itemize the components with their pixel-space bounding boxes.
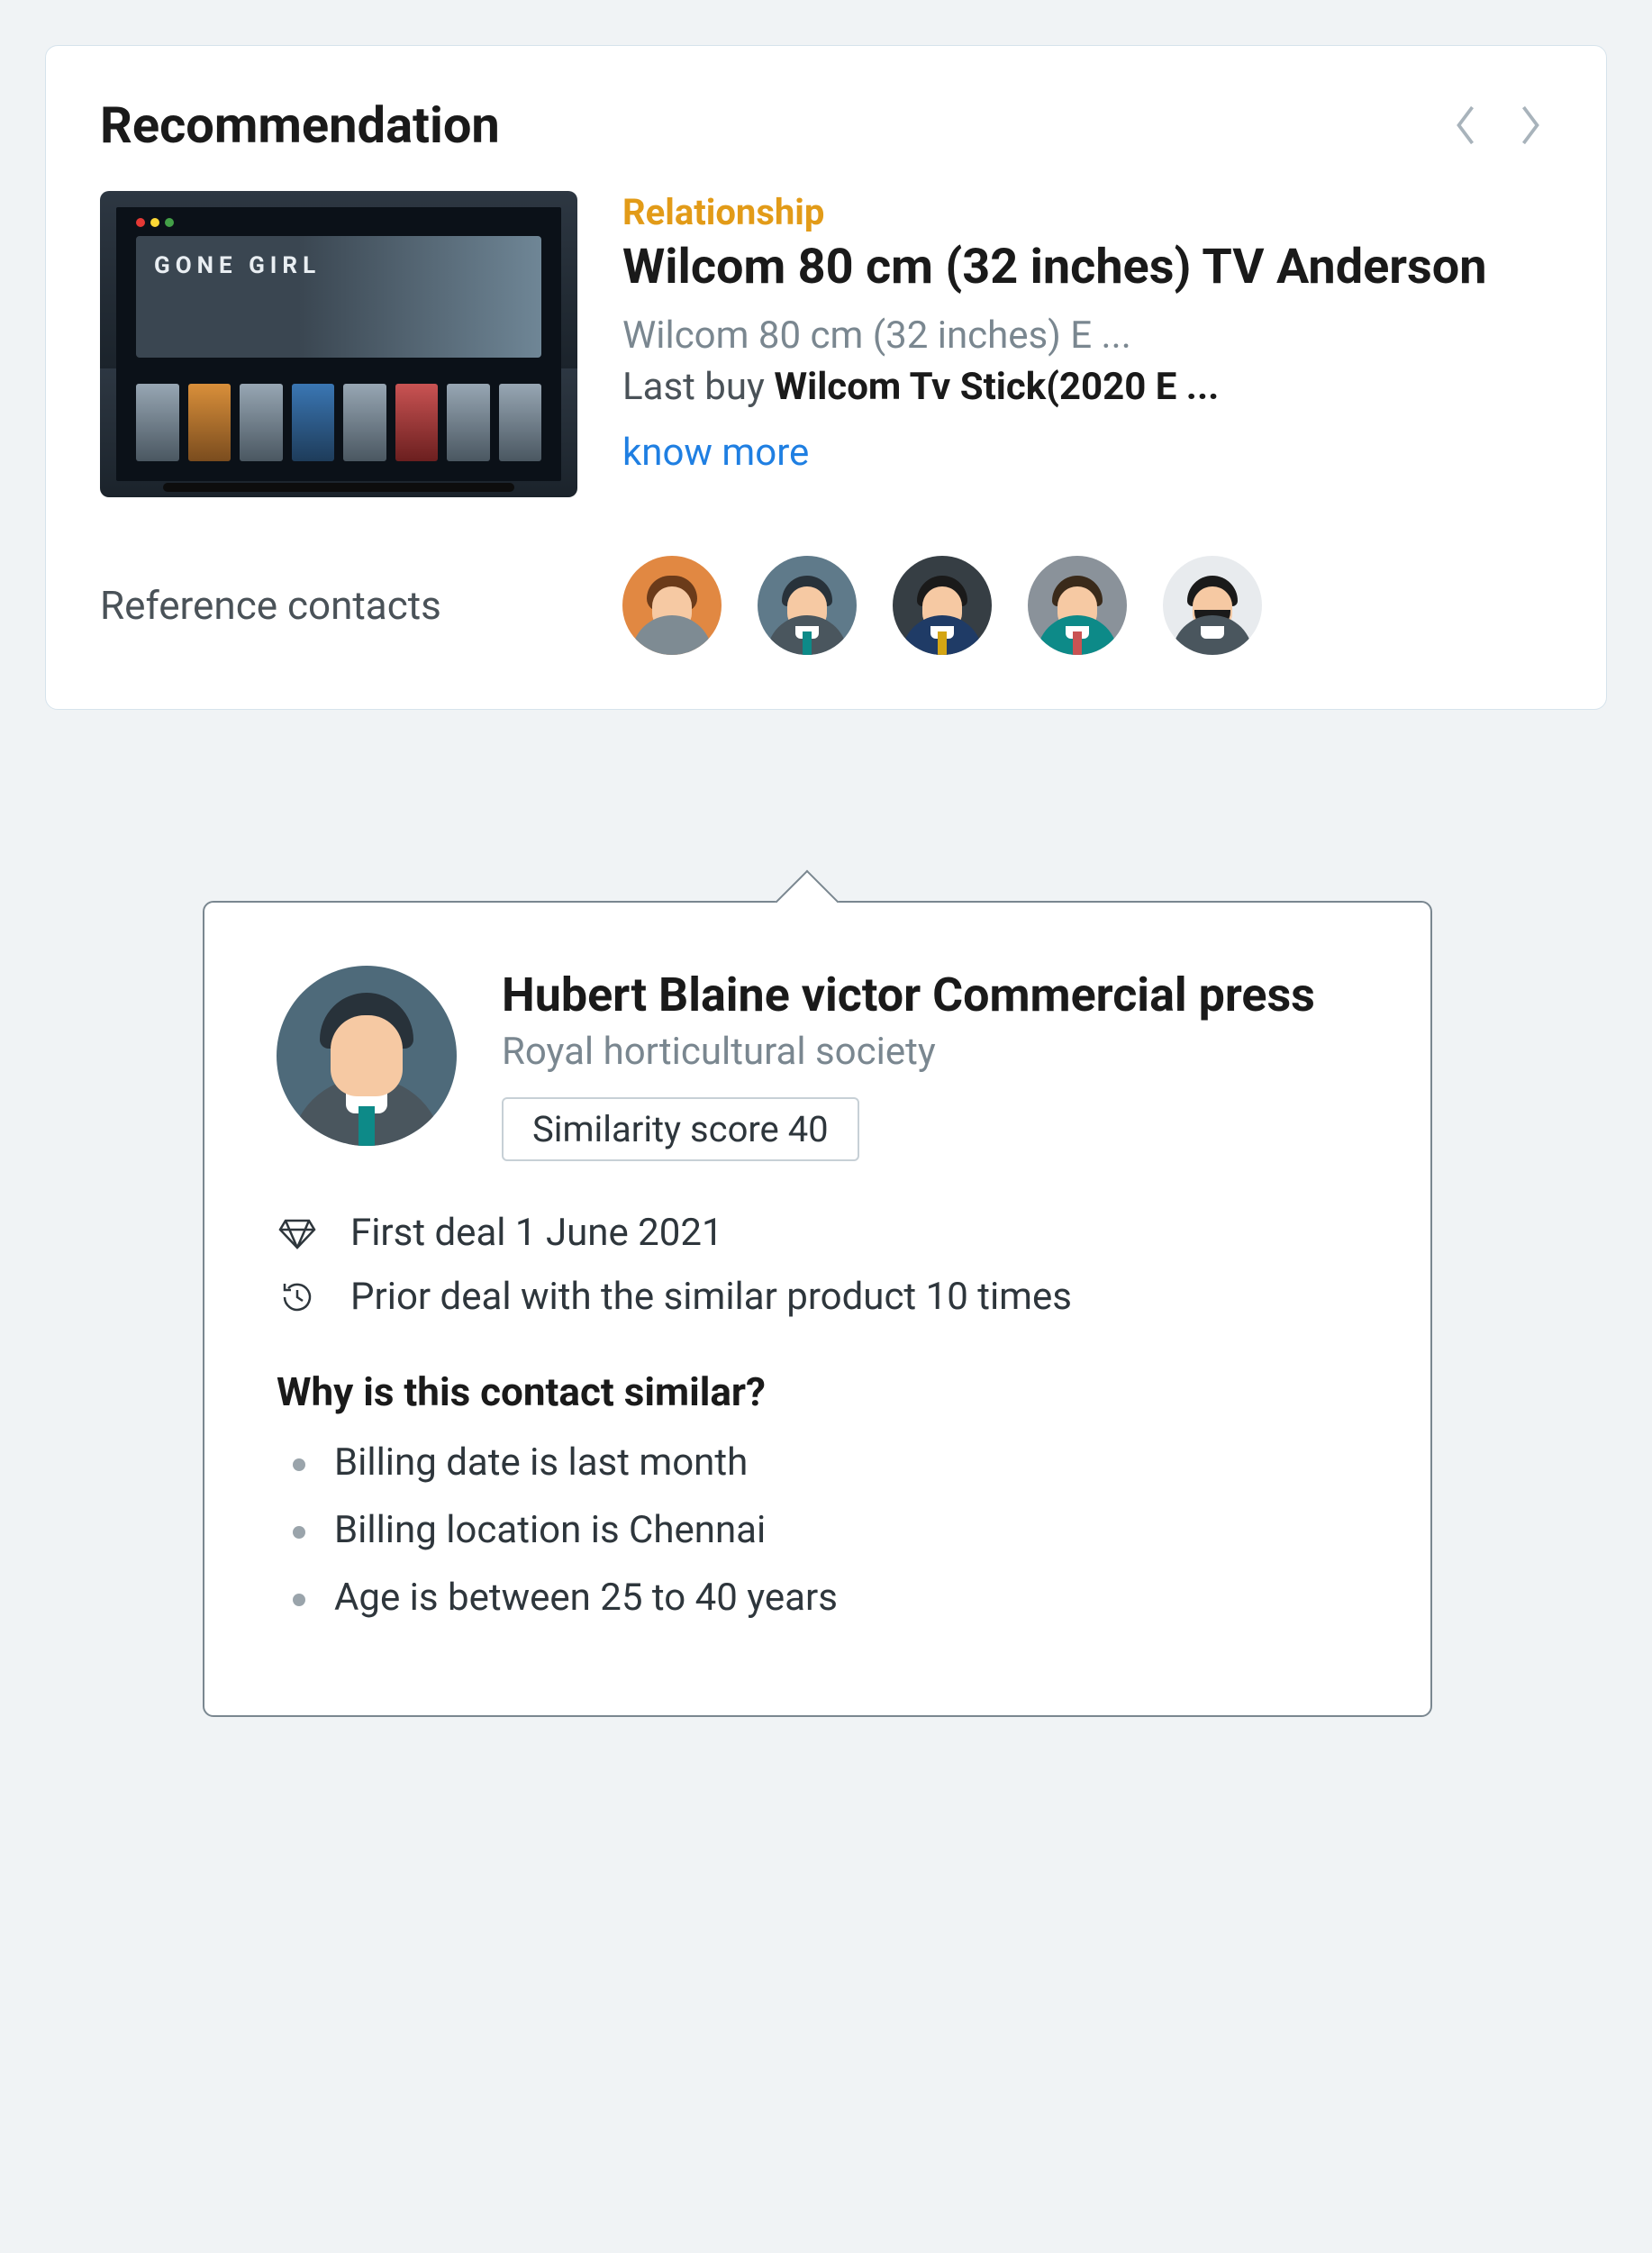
fact-list: First deal 1 June 2021 Prior deal with t… — [277, 1211, 1358, 1319]
product-tag: Relationship — [622, 191, 1552, 233]
chevron-left-icon — [1450, 103, 1481, 148]
product-subtitle: Wilcom 80 cm (32 inches) E ... — [622, 313, 1552, 358]
product-image: GONE GIRL — [100, 191, 577, 497]
product-name: Wilcom 80 cm (32 inches) TV Anderson — [622, 239, 1552, 297]
last-buy: Last buy Wilcom Tv Stick(2020 E ... — [622, 365, 1552, 409]
know-more-link[interactable]: know more — [622, 431, 809, 475]
popover-header: Hubert Blaine victor Commercial press Ro… — [277, 966, 1358, 1161]
product-meta: Relationship Wilcom 80 cm (32 inches) TV… — [622, 191, 1552, 475]
last-buy-label: Last buy — [622, 365, 774, 409]
reference-contacts-label: Reference contacts — [100, 582, 622, 629]
product-image-hero-title: GONE GIRL — [154, 252, 321, 279]
fact-first-deal: First deal 1 June 2021 — [277, 1211, 1358, 1255]
nav-arrows — [1444, 104, 1552, 147]
why-reason: Billing date is last month — [277, 1440, 1358, 1485]
similarity-score-badge: Similarity score 40 — [502, 1097, 859, 1161]
contact-popover: Hubert Blaine victor Commercial press Ro… — [203, 901, 1432, 1717]
why-reason: Billing location is Chennai — [277, 1508, 1358, 1552]
contact-avatar-5[interactable] — [1163, 556, 1262, 655]
diamond-icon — [277, 1217, 318, 1249]
chevron-right-icon — [1515, 103, 1546, 148]
why-reason: Age is between 25 to 40 years — [277, 1576, 1358, 1620]
popover-contact-name: Hubert Blaine victor Commercial press — [502, 966, 1315, 1024]
contact-avatar-2[interactable] — [758, 556, 857, 655]
contact-avatar-3[interactable] — [893, 556, 992, 655]
contact-avatar-1[interactable] — [622, 556, 722, 655]
popover-company: Royal horticultural society — [502, 1030, 1315, 1074]
next-arrow[interactable] — [1509, 104, 1552, 147]
fact-prior-deal-text: Prior deal with the similar product 10 t… — [350, 1275, 1072, 1319]
fact-prior-deal: Prior deal with the similar product 10 t… — [277, 1275, 1358, 1319]
why-similar-list: Billing date is last month Billing locat… — [277, 1440, 1358, 1620]
card-title: Recommendation — [100, 95, 500, 155]
fact-first-deal-text: First deal 1 June 2021 — [350, 1211, 723, 1255]
why-similar-title: Why is this contact similar? — [277, 1368, 1358, 1415]
recommendation-card: Recommendation GONE GIRL Relationship Wi… — [45, 45, 1607, 710]
avatars — [622, 556, 1262, 655]
popover-identity: Hubert Blaine victor Commercial press Ro… — [502, 966, 1315, 1161]
last-buy-value: Wilcom Tv Stick(2020 E ... — [774, 365, 1219, 409]
prev-arrow[interactable] — [1444, 104, 1487, 147]
card-header: Recommendation — [100, 95, 1552, 155]
contact-avatar-4[interactable] — [1028, 556, 1127, 655]
popover-avatar — [277, 966, 457, 1146]
reference-contacts-row: Reference contacts — [100, 556, 1552, 655]
history-icon — [277, 1278, 318, 1316]
product-row: GONE GIRL Relationship Wilcom 80 cm (32 … — [100, 191, 1552, 497]
